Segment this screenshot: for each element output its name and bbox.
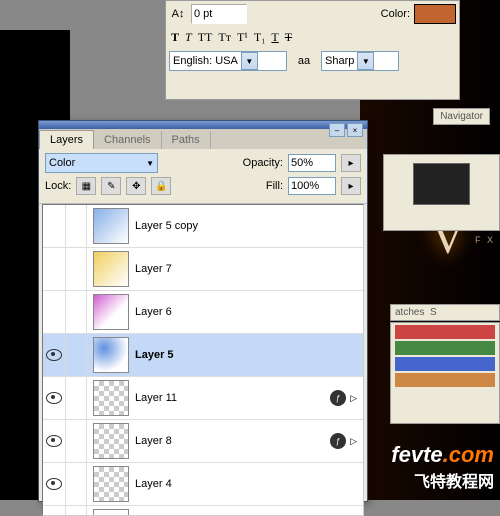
swatches-tab[interactable]: atches S (390, 304, 500, 321)
link-col[interactable] (66, 506, 87, 516)
layer-name[interactable]: Layer 5 copy (135, 220, 363, 232)
link-col[interactable] (66, 334, 87, 376)
smallcaps-btn[interactable]: Tᴛ (218, 30, 231, 45)
chevron-right-icon[interactable]: ▷ (350, 436, 357, 447)
lock-transparency-icon[interactable]: ▦ (76, 177, 96, 195)
lock-all-icon[interactable]: 🔒 (151, 177, 171, 195)
opacity-input[interactable] (288, 154, 336, 172)
eye-icon (46, 478, 62, 490)
visibility-toggle[interactable] (43, 420, 66, 462)
character-panel: A↕ Color: T T TT Tᴛ T¹ T₁ T Ŧ English: U… (165, 0, 460, 100)
fx-badge-icon[interactable]: ƒ (330, 433, 346, 449)
layer-thumbnail[interactable] (93, 294, 129, 330)
bold-btn[interactable]: T (171, 30, 179, 45)
canvas-fx-text: F X (475, 235, 495, 245)
layer-thumbnail[interactable] (93, 423, 129, 459)
chevron-right-icon[interactable]: ▷ (350, 393, 357, 404)
allcaps-btn[interactable]: TT (198, 30, 213, 45)
swatches-panel (390, 322, 500, 424)
chevron-down-icon: ▼ (146, 159, 154, 168)
swatch-orange[interactable] (395, 373, 495, 387)
italic-btn[interactable]: T (185, 30, 192, 45)
navigator-panel (383, 154, 500, 231)
layer-row[interactable]: Layer 11ƒ ▷ (43, 377, 363, 420)
layer-row[interactable]: Layer 5 (43, 334, 363, 377)
fx-badge-icon[interactable]: ƒ (330, 390, 346, 406)
underline-btn[interactable]: T (271, 30, 278, 45)
watermark-logo: fevte.com 飞特教程网 (391, 442, 494, 492)
visibility-toggle[interactable] (43, 463, 66, 505)
baseline-shift-icon: A↕ (169, 5, 187, 23)
link-col[interactable] (66, 463, 87, 505)
layer-name[interactable]: Layer 5 (135, 349, 363, 361)
visibility-toggle[interactable] (43, 248, 66, 290)
opacity-label: Opacity: (243, 157, 283, 169)
link-col[interactable] (66, 291, 87, 333)
layer-thumbnail[interactable]: T (93, 509, 129, 516)
close-icon[interactable]: × (347, 123, 363, 137)
fill-input[interactable] (288, 177, 336, 195)
opacity-flyout[interactable]: ▸ (341, 154, 361, 172)
swatch-red[interactable] (395, 325, 495, 339)
fill-label: Fill: (266, 180, 283, 192)
chevron-down-icon: ▼ (357, 52, 374, 70)
layer-row[interactable]: Layer 5 copy (43, 205, 363, 248)
visibility-toggle[interactable] (43, 334, 66, 376)
layer-row[interactable]: TFXƒ▷ (43, 506, 363, 516)
visibility-toggle[interactable] (43, 377, 66, 419)
link-col[interactable] (66, 377, 87, 419)
layer-row[interactable]: Layer 6 (43, 291, 363, 334)
eye-icon (46, 392, 62, 404)
lock-paint-icon[interactable]: ✎ (101, 177, 121, 195)
tab-paths[interactable]: Paths (162, 131, 211, 149)
link-col[interactable] (66, 248, 87, 290)
layer-row[interactable]: Layer 7 (43, 248, 363, 291)
superscript-btn[interactable]: T¹ (237, 30, 248, 45)
antialiasing-combo[interactable]: Sharp▼ (321, 51, 399, 71)
layer-name[interactable]: Layer 7 (135, 263, 363, 275)
layer-name[interactable]: Layer 6 (135, 306, 363, 318)
layer-thumbnail[interactable] (93, 208, 129, 244)
color-swatch[interactable] (414, 4, 456, 24)
layer-thumbnail[interactable] (93, 251, 129, 287)
visibility-toggle[interactable] (43, 506, 66, 516)
aa-icon: aa (295, 52, 313, 70)
subscript-btn[interactable]: T₁ (254, 30, 266, 45)
visibility-toggle[interactable] (43, 205, 66, 247)
layer-thumbnail[interactable] (93, 466, 129, 502)
layer-row[interactable]: Layer 8ƒ ▷ (43, 420, 363, 463)
layer-thumbnail[interactable] (93, 337, 129, 373)
language-combo[interactable]: English: USA▼ (169, 51, 287, 71)
lock-move-icon[interactable]: ✥ (126, 177, 146, 195)
layers-panel: – × Layers Channels Paths Color▼ Opacity… (38, 120, 368, 502)
link-col[interactable] (66, 420, 87, 462)
layer-name[interactable]: Layer 11 (135, 392, 330, 404)
type-variant-row: T T TT Tᴛ T¹ T₁ T Ŧ (169, 28, 456, 47)
minimize-icon[interactable]: – (329, 123, 345, 137)
swatch-blue[interactable] (395, 357, 495, 371)
chevron-down-icon: ▼ (241, 52, 258, 70)
eye-icon (46, 435, 62, 447)
panel-titlebar[interactable]: – × (39, 121, 367, 129)
lock-label: Lock: (45, 180, 71, 192)
blend-mode-combo[interactable]: Color▼ (45, 153, 158, 173)
navigator-tab[interactable]: Navigator (433, 108, 490, 125)
layer-name[interactable]: Layer 4 (135, 478, 363, 490)
eye-icon (46, 349, 62, 361)
layers-list: Layer 5 copy Layer 7 Layer 6 Layer 5 Layer 1… (42, 204, 364, 516)
tab-layers[interactable]: Layers (39, 130, 94, 149)
swatch-green[interactable] (395, 341, 495, 355)
strike-btn[interactable]: Ŧ (285, 30, 292, 45)
link-col[interactable] (66, 205, 87, 247)
tab-channels[interactable]: Channels (94, 131, 161, 149)
fill-flyout[interactable]: ▸ (341, 177, 361, 195)
layer-name[interactable]: Layer 8 (135, 435, 330, 447)
baseline-input[interactable] (192, 8, 246, 20)
layer-thumbnail[interactable] (93, 380, 129, 416)
navigator-thumb[interactable] (413, 163, 470, 205)
color-label: Color: (381, 8, 410, 20)
visibility-toggle[interactable] (43, 291, 66, 333)
